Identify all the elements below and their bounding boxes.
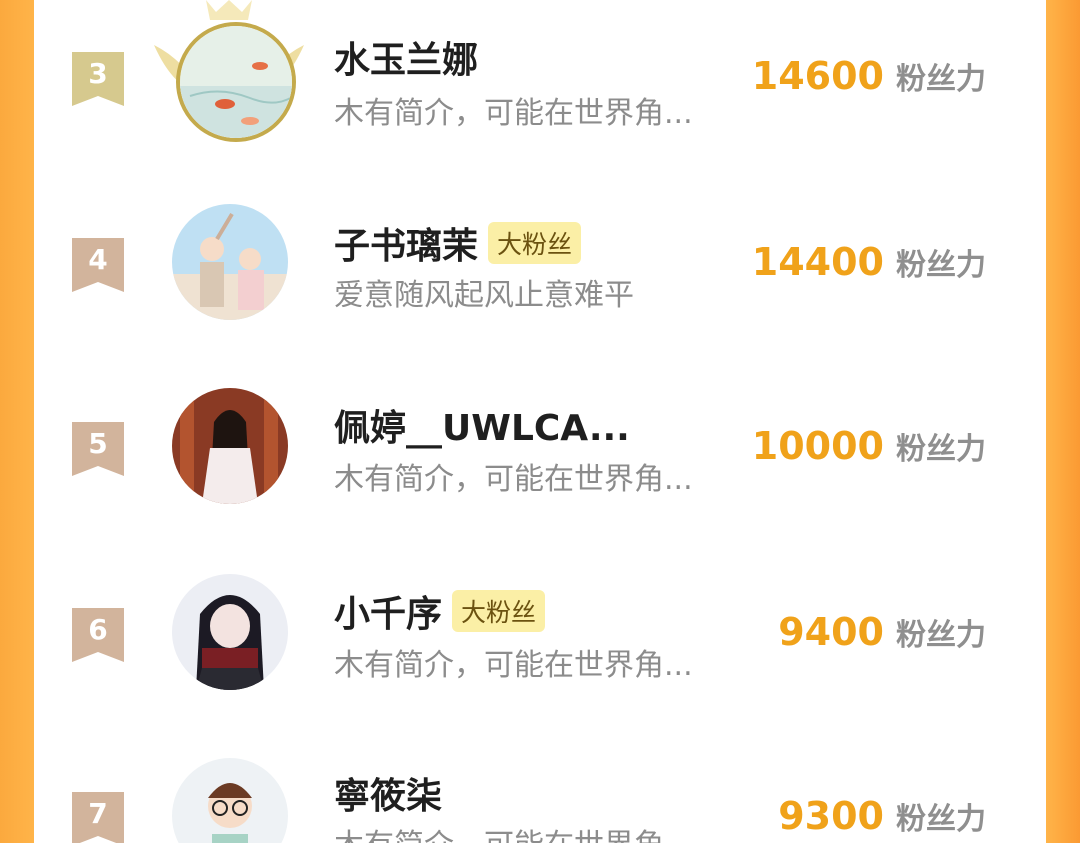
user-name[interactable]: 佩婷__UWLCA... bbox=[334, 399, 630, 451]
user-bio: 木有简介，可能在世界角... bbox=[334, 820, 693, 843]
fan-power-value: 14600 bbox=[751, 54, 884, 98]
user-bio: 爱意随风起风止意难平 bbox=[334, 278, 634, 313]
list-item[interactable]: 6 小千序 大粉丝 木有简介，可能在世界角... 9400 粉丝力 bbox=[34, 558, 1046, 708]
fan-power: 14600 粉丝力 bbox=[752, 54, 986, 98]
rank-badge: 7 bbox=[72, 792, 124, 843]
rank-number: 7 bbox=[88, 797, 108, 830]
name-line: 水玉兰娜 bbox=[334, 32, 478, 82]
user-name[interactable]: 小千序 bbox=[334, 585, 442, 637]
fan-power-unit: 粉丝力 bbox=[896, 248, 986, 283]
user-bio: 木有简介，可能在世界角... bbox=[334, 462, 693, 497]
fan-level-badge: 大粉丝 bbox=[452, 590, 546, 632]
rank-number: 5 bbox=[88, 427, 108, 460]
fan-power-value: 9400 bbox=[778, 610, 884, 654]
fan-power: 9300 粉丝力 bbox=[778, 794, 986, 838]
fan-power-value: 9300 bbox=[778, 794, 884, 838]
fan-power: 10000 粉丝力 bbox=[752, 424, 986, 468]
user-bio: 木有简介，可能在世界角... bbox=[334, 96, 693, 131]
user-name[interactable]: 子书璃茉 bbox=[334, 217, 478, 269]
list-item[interactable]: 3 水玉兰娜 木有简介，可能在世界角... 14600 粉丝力 bbox=[34, 0, 1046, 150]
ranking-panel: 3 水玉兰娜 木有简介，可能在世界角... 14600 粉丝力 4 子书璃茉 大… bbox=[34, 0, 1046, 843]
rank-number: 4 bbox=[88, 243, 108, 276]
fan-power-unit: 粉丝力 bbox=[896, 802, 986, 837]
list-item[interactable]: 4 子书璃茉 大粉丝 爱意随风起风止意难平 14400 粉丝力 bbox=[34, 186, 1046, 336]
avatar[interactable] bbox=[172, 204, 288, 320]
rank-badge: 3 bbox=[72, 52, 124, 106]
fan-power-unit: 粉丝力 bbox=[896, 618, 986, 653]
avatar[interactable] bbox=[172, 388, 288, 504]
fan-power-value: 10000 bbox=[751, 424, 884, 468]
avatar[interactable] bbox=[176, 22, 296, 142]
rank-badge: 4 bbox=[72, 238, 124, 292]
list-item[interactable]: 7 寧筱柒 木有简介，可能在世界角... 9300 粉丝力 bbox=[34, 742, 1046, 843]
name-line: 寧筱柒 bbox=[334, 768, 442, 818]
rank-number: 3 bbox=[88, 57, 108, 90]
fan-level-badge: 大粉丝 bbox=[488, 222, 582, 264]
user-name[interactable]: 水玉兰娜 bbox=[334, 31, 478, 83]
user-name[interactable]: 寧筱柒 bbox=[334, 767, 442, 819]
avatar[interactable] bbox=[172, 574, 288, 690]
rank-badge: 6 bbox=[72, 608, 124, 662]
user-bio: 木有简介，可能在世界角... bbox=[334, 648, 693, 683]
fan-power-unit: 粉丝力 bbox=[896, 62, 986, 97]
fan-power: 9400 粉丝力 bbox=[778, 610, 986, 654]
fan-power: 14400 粉丝力 bbox=[752, 240, 986, 284]
avatar[interactable] bbox=[172, 758, 288, 843]
rank-badge: 5 bbox=[72, 422, 124, 476]
fan-power-unit: 粉丝力 bbox=[896, 432, 986, 467]
list-item[interactable]: 5 佩婷__UWLCA... 木有简介，可能在世界角... 10000 粉丝力 bbox=[34, 372, 1046, 522]
name-line: 小千序 大粉丝 bbox=[334, 585, 546, 637]
rank-number: 6 bbox=[88, 613, 108, 646]
name-line: 佩婷__UWLCA... bbox=[334, 400, 630, 450]
fan-power-value: 14400 bbox=[751, 240, 884, 284]
name-line: 子书璃茉 大粉丝 bbox=[334, 217, 582, 269]
